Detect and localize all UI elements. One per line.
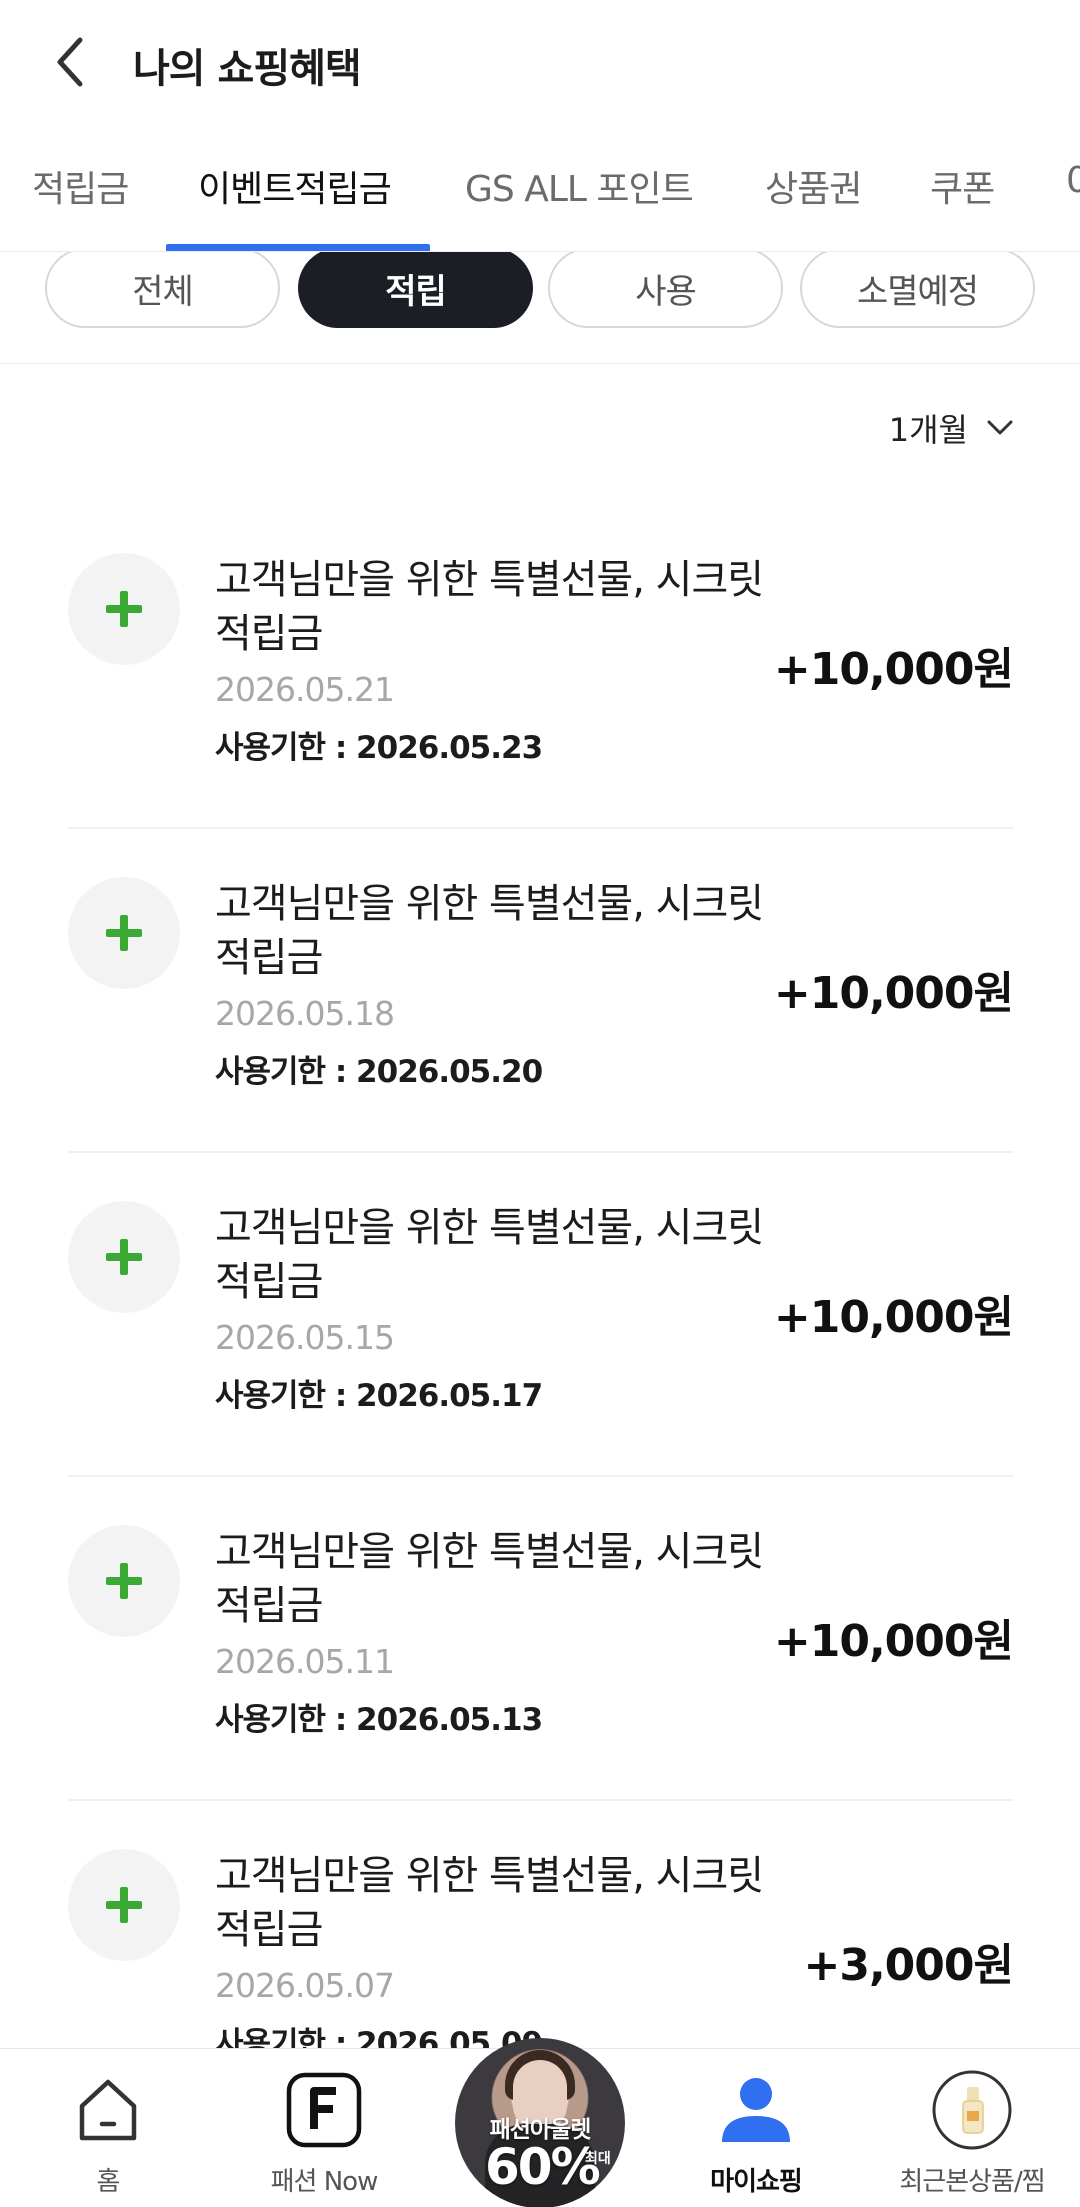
tab-coupon[interactable]: 쿠폰 bbox=[930, 160, 995, 212]
nav-recent-label: 최근본상품/찜 bbox=[899, 2167, 1045, 2197]
header: 나의 쇼핑혜택 bbox=[0, 0, 1080, 125]
entry-title: 고객님만을 위한 특별선물, 시크릿 적립금 bbox=[215, 1853, 764, 1953]
plus-icon bbox=[68, 877, 180, 989]
nav-home[interactable]: 홈 bbox=[0, 2049, 216, 2207]
plus-icon bbox=[68, 1849, 180, 1961]
nav-fashion-now[interactable]: 패션 Now bbox=[216, 2049, 432, 2207]
entry-date: 2026.05.11 bbox=[215, 1642, 395, 1681]
fashion-outlet-promo-button[interactable]: 패션아울렛 60% 최대 bbox=[455, 2038, 625, 2207]
list-item: 고객님만을 위한 특별선물, 시크릿 적립금 2026.05.15 사용기한 :… bbox=[68, 1153, 1014, 1477]
entry-date: 2026.05.07 bbox=[215, 1966, 395, 2005]
nav-myshop-label: 마이쇼핑 bbox=[710, 2167, 803, 2197]
tab-event-points[interactable]: 이벤트적립금 bbox=[198, 160, 392, 212]
period-dropdown[interactable]: 1개월 bbox=[889, 405, 1014, 451]
entry-title: 고객님만을 위한 특별선물, 시크릿 적립금 bbox=[215, 881, 764, 981]
period-label: 1개월 bbox=[888, 411, 968, 449]
tab-bar: 적립금 이벤트적립금 GS ALL 포인트 상품권 쿠폰 0 bbox=[0, 140, 1080, 252]
entry-amount: +10,000원 bbox=[773, 968, 1014, 1019]
list-item: 고객님만을 위한 특별선물, 시크릿 적립금 2026.05.18 사용기한 :… bbox=[68, 829, 1014, 1153]
entry-title: 고객님만을 위한 특별선물, 시크릿 적립금 bbox=[215, 1205, 764, 1305]
promo-badge: 최대 bbox=[585, 2151, 611, 2167]
entry-expire: 사용기한 : 2026.05.17 bbox=[215, 1378, 543, 1414]
filter-use-chip[interactable]: 사용 bbox=[548, 252, 783, 328]
plus-icon bbox=[68, 553, 180, 665]
entry-expire: 사용기한 : 2026.05.13 bbox=[215, 1702, 543, 1738]
recent-product-icon bbox=[931, 2069, 1013, 2151]
entry-amount: +10,000원 bbox=[773, 1616, 1014, 1667]
entry-amount: +10,000원 bbox=[773, 1292, 1014, 1343]
chevron-left-icon bbox=[57, 37, 83, 87]
chevron-down-icon bbox=[987, 420, 1013, 435]
entry-expire: 사용기한 : 2026.05.23 bbox=[215, 730, 543, 766]
promo-percent: 60% bbox=[485, 2138, 601, 2196]
nav-my-shopping[interactable]: 마이쇼핑 bbox=[648, 2049, 864, 2207]
entry-title: 고객님만을 위한 특별선물, 시크릿 적립금 bbox=[215, 557, 764, 657]
page-title: 나의 쇼핑혜택 bbox=[133, 46, 362, 92]
tab-more[interactable]: 0 bbox=[1066, 160, 1080, 201]
list-item: 고객님만을 위한 특별선물, 시크릿 적립금 2026.05.21 사용기한 :… bbox=[68, 505, 1014, 829]
entry-title: 고객님만을 위한 특별선물, 시크릿 적립금 bbox=[215, 1529, 764, 1629]
tab-gift-card[interactable]: 상품권 bbox=[765, 160, 862, 212]
home-icon bbox=[67, 2069, 149, 2151]
list-item: 고객님만을 위한 특별선물, 시크릿 적립금 2026.05.11 사용기한 :… bbox=[68, 1477, 1014, 1801]
points-history-list: 고객님만을 위한 특별선물, 시크릿 적립금 2026.05.21 사용기한 :… bbox=[68, 505, 1014, 2125]
fashion-f-icon bbox=[283, 2069, 365, 2151]
entry-date: 2026.05.21 bbox=[215, 670, 395, 709]
nav-home-label: 홈 bbox=[96, 2167, 121, 2197]
nav-fashion-label: 패션 Now bbox=[270, 2167, 379, 2197]
person-icon bbox=[715, 2069, 797, 2151]
filter-all-chip[interactable]: 전체 bbox=[45, 252, 280, 328]
nav-recent-products[interactable]: 최근본상품/찜 bbox=[864, 2049, 1080, 2207]
tab-points[interactable]: 적립금 bbox=[32, 160, 129, 212]
filter-bar: 전체 적립 사용 소멸예정 bbox=[0, 252, 1080, 364]
entry-amount: +10,000원 bbox=[773, 644, 1014, 695]
entry-expire: 사용기한 : 2026.05.20 bbox=[215, 1054, 543, 1090]
back-button[interactable] bbox=[40, 30, 100, 94]
plus-icon bbox=[68, 1525, 180, 1637]
plus-icon bbox=[68, 1201, 180, 1313]
entry-date: 2026.05.18 bbox=[215, 994, 395, 1033]
entry-date: 2026.05.15 bbox=[215, 1318, 395, 1357]
entry-amount: +3,000원 bbox=[803, 1940, 1014, 1991]
tab-gs-all-point[interactable]: GS ALL 포인트 bbox=[465, 160, 694, 212]
filter-expire-chip[interactable]: 소멸예정 bbox=[800, 252, 1035, 328]
tab-active-indicator bbox=[166, 244, 430, 251]
filter-earn-chip[interactable]: 적립 bbox=[298, 252, 533, 328]
